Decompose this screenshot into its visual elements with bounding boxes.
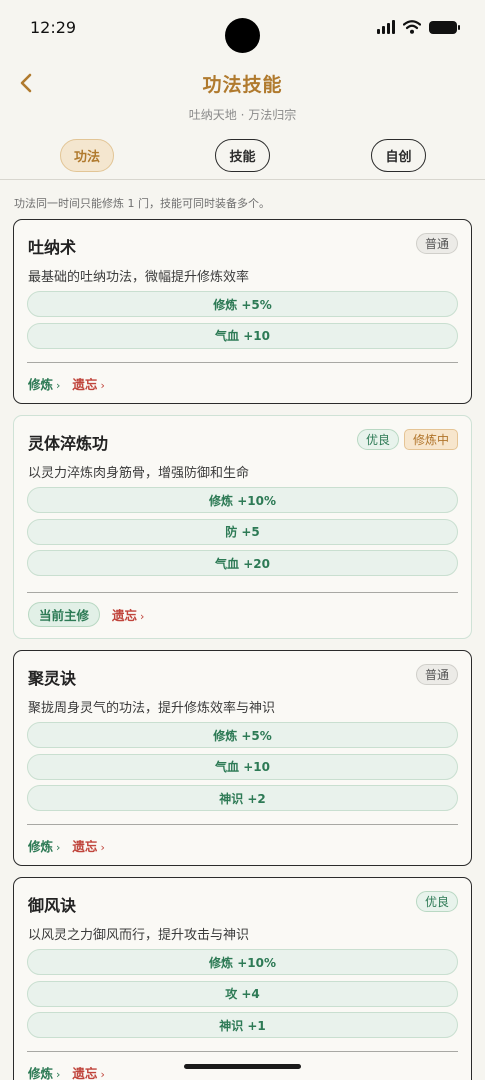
technique-description: 以灵力淬炼肉身筋骨，增强防御和生命 (28, 466, 250, 481)
stat-list: 修炼 +5% 气血 +10 神识 +2 (27, 722, 458, 817)
grade-badge: 优良 (415, 891, 458, 912)
stat-list: 修炼 +10% 防 +5 气血 +20 (27, 487, 458, 582)
stat-pill: 攻 +4 (27, 980, 458, 1007)
grade-badge: 优良 (356, 429, 399, 450)
tab-divider (0, 179, 485, 180)
stat-pill: 气血 +20 (27, 550, 458, 576)
camera-cutout (225, 18, 260, 53)
technique-description: 最基础的吐纳功法，微幅提升修炼效率 (28, 270, 250, 285)
tab-gongfa[interactable]: 功法 (60, 139, 114, 172)
current-main-badge: 当前主修 (28, 602, 101, 627)
technique-card: 吐纳术 普通 最基础的吐纳功法，微幅提升修炼效率 修炼 +5% 气血 +10 修… (13, 219, 472, 404)
technique-card: 灵体淬炼功 优良 修炼中 以灵力淬炼肉身筋骨，增强防御和生命 修炼 +10% 防… (13, 415, 472, 639)
technique-name: 吐纳术 (28, 238, 77, 257)
status-icons (377, 20, 460, 34)
card-divider (27, 824, 458, 825)
stat-pill: 修炼 +5% (27, 722, 458, 748)
technique-name: 御风诀 (28, 896, 77, 915)
badge-group: 优良 (415, 891, 458, 912)
stat-list: 修炼 +5% 气血 +10 (27, 291, 458, 354)
forget-button[interactable]: 遗忘 › (72, 836, 104, 855)
stat-pill: 气血 +10 (27, 753, 458, 780)
forget-button[interactable]: 遗忘 › (72, 1063, 104, 1080)
grade-badge: 普通 (415, 233, 458, 254)
stat-pill: 防 +5 (27, 518, 458, 545)
forget-button[interactable]: 遗忘 › (112, 605, 144, 624)
technique-name: 聚灵诀 (28, 669, 77, 688)
train-button[interactable]: 修炼 › (28, 836, 60, 855)
header: 功法技能 (0, 60, 485, 106)
card-actions: 修炼 › 遗忘 › (28, 1063, 105, 1080)
card-divider (27, 362, 458, 363)
technique-card: 聚灵诀 普通 聚拢周身灵气的功法，提升修炼效率与神识 修炼 +5% 气血 +10… (13, 650, 472, 866)
train-button[interactable]: 修炼 › (28, 1063, 60, 1080)
badge-group: 普通 (415, 233, 458, 254)
card-divider (27, 1051, 458, 1052)
rule-note: 功法同一时间只能修炼 1 门，技能可同时装备多个。 (14, 197, 270, 210)
badge-group: 普通 (415, 664, 458, 685)
tab-self-created[interactable]: 自创 (371, 139, 426, 172)
stat-list: 修炼 +10% 攻 +4 神识 +1 (27, 949, 458, 1044)
card-actions: 当前主修 遗忘 › (28, 602, 144, 627)
home-indicator[interactable] (184, 1064, 301, 1069)
stat-pill: 气血 +10 (27, 322, 458, 349)
tab-bar: 功法 技能 自创 (0, 139, 485, 173)
status-time: 12:29 (30, 18, 77, 37)
grade-badge: 普通 (415, 664, 458, 685)
card-divider (27, 592, 458, 593)
card-actions: 修炼 › 遗忘 › (28, 836, 105, 855)
technique-description: 以风灵之力御风而行，提升攻击与神识 (28, 928, 250, 943)
page-subtitle: 吐纳天地 · 万法归宗 (188, 108, 297, 122)
stat-pill: 修炼 +10% (27, 949, 458, 975)
tab-skills[interactable]: 技能 (215, 139, 270, 172)
badge-group: 优良 修炼中 (356, 429, 458, 450)
technique-description: 聚拢周身灵气的功法，提升修炼效率与神识 (28, 701, 276, 716)
card-actions: 修炼 › 遗忘 › (28, 374, 105, 393)
wifi-icon (403, 20, 421, 34)
forget-button[interactable]: 遗忘 › (72, 374, 104, 393)
stat-pill: 神识 +1 (27, 1012, 458, 1038)
stat-pill: 修炼 +10% (27, 487, 458, 513)
technique-name: 灵体淬炼功 (28, 434, 109, 453)
stat-pill: 修炼 +5% (27, 291, 458, 317)
page-title: 功法技能 (202, 74, 283, 96)
battery-icon (429, 20, 460, 34)
technique-card: 御风诀 优良 以风灵之力御风而行，提升攻击与神识 修炼 +10% 攻 +4 神识… (13, 877, 472, 1080)
status-bar: 12:29 (0, 0, 485, 56)
signal-icon (377, 20, 395, 34)
train-button[interactable]: 修炼 › (28, 374, 60, 393)
practicing-badge: 修炼中 (403, 429, 458, 450)
stat-pill: 神识 +2 (27, 785, 458, 811)
